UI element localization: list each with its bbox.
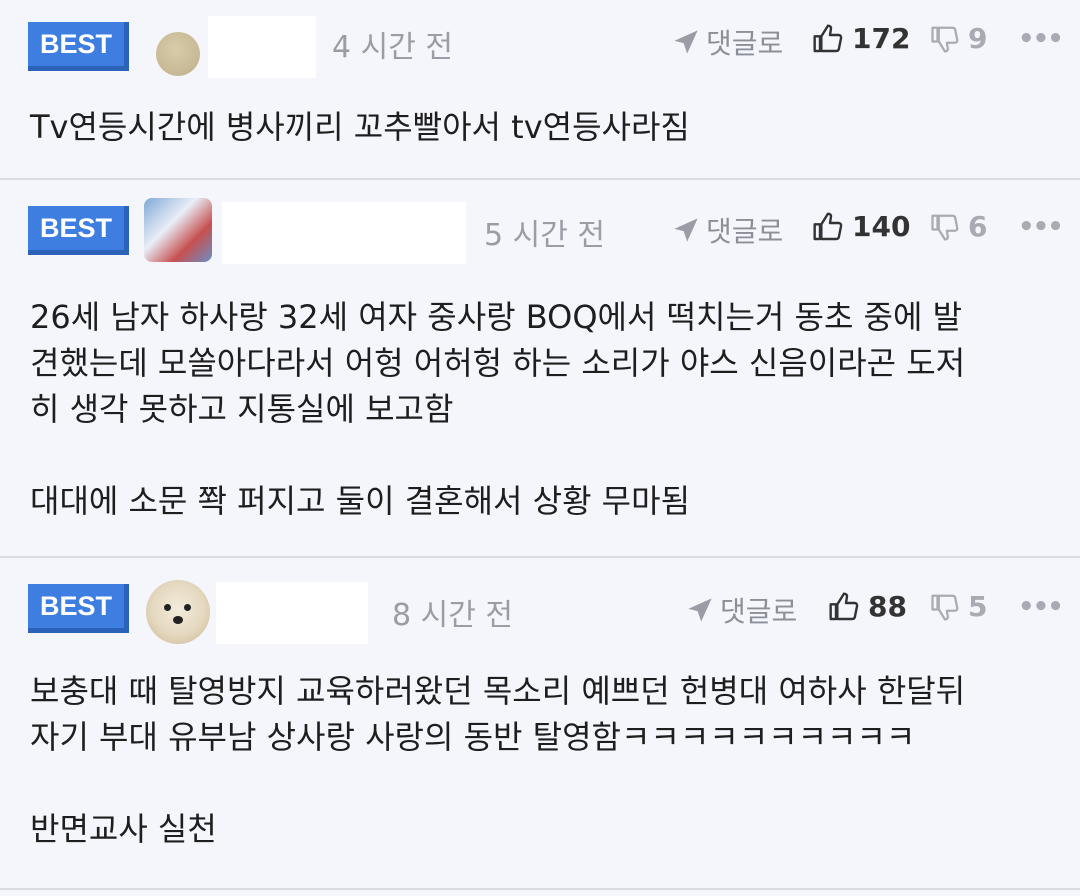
comment-line: Tv연등시간에 병사끼리 꼬추빨아서 tv연등사라짐	[30, 108, 690, 146]
comment-item: BEST 4 시간 전 댓글로 172 9 ••• Tv연등시간에 병사끼리 꼬…	[0, 0, 1080, 180]
dislike-count: 6	[968, 210, 988, 243]
username-redacted[interactable]	[222, 202, 466, 264]
best-badge: BEST	[28, 206, 129, 255]
dog-nose	[173, 616, 183, 624]
thumbs-up-icon	[813, 211, 843, 240]
like-button[interactable]: 140	[812, 210, 910, 243]
reply-label: 댓글로	[706, 27, 784, 60]
send-icon	[688, 598, 712, 622]
dislike-button[interactable]: 5	[930, 590, 987, 623]
reply-button[interactable]: 댓글로	[686, 590, 797, 630]
comment-time: 8 시간 전	[392, 598, 513, 633]
send-icon	[674, 218, 698, 242]
like-count: 88	[868, 590, 907, 623]
comment-header: BEST 5 시간 전 댓글로 140 6 •••	[0, 194, 1080, 264]
thumbs-down-icon	[931, 214, 959, 241]
send-icon	[674, 30, 698, 54]
reply-label: 댓글로	[706, 215, 784, 248]
username-redacted[interactable]	[208, 16, 316, 78]
thumbs-down-icon	[931, 594, 959, 621]
comment-line: 견했는데 모쏠아다라서 어헝 어허헝 하는 소리가 야스 신음이라곤 도저	[30, 344, 966, 382]
reply-label: 댓글로	[720, 595, 798, 628]
comment-line: 보충대 때 탈영방지 교육하러왔던 목소리 예쁘던 헌병대 여하사 한달뒤	[30, 672, 966, 710]
username-redacted[interactable]	[216, 582, 368, 644]
like-button[interactable]: 172	[812, 22, 910, 55]
thumbs-up-icon	[829, 591, 859, 620]
best-badge: BEST	[28, 584, 129, 633]
dislike-button[interactable]: 6	[930, 210, 987, 243]
thumbs-up-icon	[813, 23, 843, 52]
more-icon[interactable]: •••	[1018, 592, 1064, 622]
comment-time: 5 시간 전	[484, 218, 605, 253]
reply-button[interactable]: 댓글로	[672, 210, 783, 250]
comment-line: 반면교사 실천	[30, 810, 217, 848]
like-count: 172	[852, 22, 911, 55]
comment-body: 26세 남자 하사랑 32세 여자 중사랑 BOQ에서 떡치는거 동초 중에 발…	[30, 294, 1050, 524]
avatar[interactable]	[144, 198, 212, 262]
comment-line: 26세 남자 하사랑 32세 여자 중사랑 BOQ에서 떡치는거 동초 중에 발	[30, 298, 963, 336]
comment-header: BEST 8 시간 전 댓글로 88 5 •••	[0, 570, 1080, 644]
dislike-count: 9	[968, 22, 988, 55]
avatar[interactable]	[146, 580, 210, 644]
comment-body: Tv연등시간에 병사끼리 꼬추빨아서 tv연등사라짐	[30, 104, 1050, 150]
avatar[interactable]	[156, 32, 200, 76]
best-badge: BEST	[28, 22, 129, 71]
more-icon[interactable]: •••	[1018, 24, 1064, 54]
dislike-button[interactable]: 9	[930, 22, 987, 55]
reply-button[interactable]: 댓글로	[672, 22, 783, 62]
comment-line: 자기 부대 유부남 상사랑 사랑의 동반 탈영함ㅋㅋㅋㅋㅋㅋㅋㅋㅋㅋ	[30, 718, 916, 756]
like-button[interactable]: 88	[828, 590, 907, 623]
comment-item: BEST 5 시간 전 댓글로 140 6 ••• 26세 남자 하사랑 32세…	[0, 180, 1080, 558]
comment-body: 보충대 때 탈영방지 교육하러왔던 목소리 예쁘던 헌병대 여하사 한달뒤 자기…	[30, 668, 1050, 852]
comment-line: 대대에 소문 쫙 퍼지고 둘이 결혼해서 상황 무마됨	[30, 482, 691, 520]
comment-time: 4 시간 전	[332, 30, 453, 65]
more-icon[interactable]: •••	[1018, 212, 1064, 242]
comment-item: BEST 8 시간 전 댓글로 88 5 ••• 보충대 때 탈영방지 교육하러…	[0, 558, 1080, 890]
dislike-count: 5	[968, 590, 988, 623]
dog-eye-right	[184, 604, 191, 611]
dog-eye-left	[164, 604, 171, 611]
like-count: 140	[852, 210, 911, 243]
thumbs-down-icon	[931, 26, 959, 53]
comment-line: 히 생각 못하고 지통실에 보고함	[30, 390, 454, 428]
comment-header: BEST 4 시간 전 댓글로 172 9 •••	[0, 12, 1080, 82]
